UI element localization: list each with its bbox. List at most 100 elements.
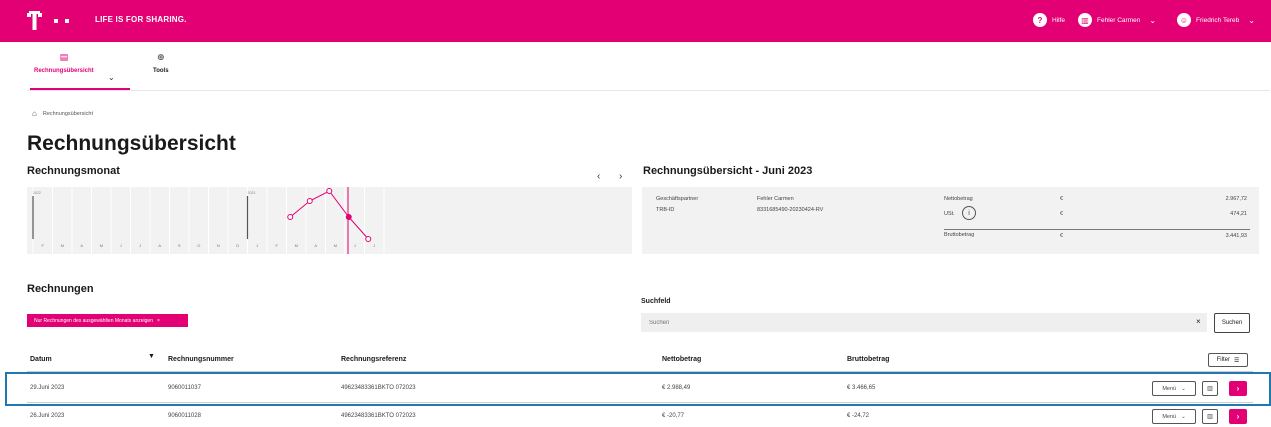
row-menu-button[interactable]: Menü ⌄: [1152, 409, 1196, 424]
cell-referenz: 49623483361BKTO 072023: [341, 413, 416, 419]
data-point: [345, 214, 352, 220]
plus-circle-icon: ⊕: [157, 52, 165, 62]
search-input[interactable]: [641, 313, 1207, 332]
month-tick-label: F: [276, 243, 279, 248]
summary-panel: Geschäftspartner Fehler Carmen TRB-ID 83…: [642, 187, 1259, 254]
search-button[interactable]: Suchen: [1214, 313, 1250, 333]
tab-tools[interactable]: ⊕ Tools: [153, 52, 169, 74]
nav-divider: [27, 90, 1270, 91]
netto-value: 2.967,72: [1225, 196, 1247, 202]
breadcrumb-item[interactable]: Rechnungsübersicht: [43, 111, 93, 117]
user-icon: ☺: [1177, 13, 1191, 27]
netto-currency: €: [1060, 196, 1064, 202]
cell-brutto: € 3.466,65: [847, 385, 876, 391]
row-divider: [27, 402, 1253, 403]
col-datum[interactable]: Datum: [30, 356, 52, 363]
month-tick-label: J: [256, 243, 258, 248]
info-icon[interactable]: i: [962, 206, 976, 220]
filter-lines-icon: ☰: [1233, 357, 1240, 364]
month-tick-label: M: [334, 243, 337, 248]
month-tick-label: A: [314, 243, 317, 248]
chevron-down-icon: ⌄: [1181, 385, 1186, 392]
open-invoice-button[interactable]: ›: [1229, 409, 1247, 424]
help-link[interactable]: ? Hilfe: [1033, 13, 1065, 27]
year-label: 2023: [248, 191, 256, 195]
cell-datum: 26.Juni 2023: [30, 413, 65, 419]
clear-search-icon[interactable]: ×: [1196, 317, 1201, 326]
month-tick-label: A: [158, 243, 161, 248]
company-icon: ▥: [1078, 13, 1092, 27]
data-point: [287, 214, 294, 220]
month-section-title: Rechnungsmonat: [27, 165, 120, 177]
col-rechnungsnummer[interactable]: Rechnungsnummer: [168, 356, 234, 363]
cell-netto: € -20,77: [662, 413, 685, 419]
table-row[interactable]: 26.Juni 2023 9060011028 49623483361BKTO …: [0, 405, 1271, 427]
data-point: [306, 198, 313, 204]
month-tick-label: N: [217, 243, 220, 248]
month-tick-label: M: [100, 243, 103, 248]
month-chart[interactable]: 2022 2023 F M A M J J A S O N D J F M A M J J: [27, 187, 632, 254]
data-point: [365, 236, 372, 242]
chevron-down-icon[interactable]: ⌄: [108, 73, 115, 82]
month-tick-label: M: [295, 243, 298, 248]
ust-value: 474,21: [1230, 211, 1247, 217]
year-label: 2022: [33, 191, 41, 195]
cell-nummer: 9060011028: [168, 413, 201, 419]
partner-label: Geschäftspartner: [656, 196, 699, 202]
sort-desc-icon[interactable]: ▼: [148, 353, 155, 360]
table-row[interactable]: 29.Juni 2023 9060011037 49623483361BKTO …: [0, 377, 1271, 399]
breadcrumb: ⌂ Rechnungsübersicht: [32, 109, 93, 118]
month-tick-label: A: [80, 243, 83, 248]
cell-nummer: 9060011037: [168, 385, 201, 391]
summary-divider: [944, 229, 1250, 230]
search-label: Suchfeld: [641, 298, 671, 305]
user-menu[interactable]: ☺ Friedrich Tereb ⌄: [1177, 13, 1255, 27]
month-tick-label: J: [373, 243, 375, 248]
company-selector[interactable]: ▥ Fehler Carmen ⌄: [1078, 13, 1156, 27]
partner-value: Fehler Carmen: [757, 196, 794, 202]
chevron-down-icon: ⌄: [1181, 413, 1186, 420]
netto-label: Nettobetrag: [944, 196, 973, 202]
month-tick-label: J: [120, 243, 122, 248]
month-chart-svg[interactable]: 2022 2023 F M A M J J A S O N D J F M A M J J: [27, 187, 632, 254]
col-rechnungsreferenz[interactable]: Rechnungsreferenz: [341, 356, 406, 363]
month-filter-chip[interactable]: Nur Rechnungen des ausgewählten Monats a…: [27, 314, 188, 327]
open-invoice-button[interactable]: ›: [1229, 381, 1247, 396]
tab-rechnungsuebersicht[interactable]: ▤ Rechnungsübersicht: [34, 52, 94, 74]
ust-label: USt.: [944, 211, 955, 217]
month-tick-label: F: [42, 243, 45, 248]
page-title: Rechnungsübersicht: [27, 132, 236, 155]
brutto-currency: €: [1060, 233, 1064, 239]
help-icon: ?: [1033, 13, 1047, 27]
invoice-icon: ▤: [59, 52, 69, 62]
ust-currency: €: [1060, 211, 1064, 217]
brutto-value: 3.441,93: [1225, 233, 1247, 239]
row-menu-button[interactable]: Menü ⌄: [1152, 381, 1196, 396]
cell-brutto: € -24,72: [847, 413, 870, 419]
trb-label: TRB-ID: [656, 207, 675, 213]
col-nettobetrag[interactable]: Nettobetrag: [662, 356, 701, 363]
data-point: [326, 188, 333, 194]
chevron-down-icon: ⌄: [1149, 15, 1157, 25]
archive-icon[interactable]: ▥: [1202, 381, 1218, 396]
cell-referenz: 49623483361BKTO 072023: [341, 385, 416, 391]
chevron-down-icon: ⌄: [1248, 15, 1255, 25]
invoices-title: Rechnungen: [27, 283, 94, 295]
prev-month-button[interactable]: ‹: [597, 171, 600, 182]
table-header-divider: [27, 371, 1253, 372]
brand-tagline: LIFE IS FOR SHARING.: [95, 15, 187, 24]
filter-button[interactable]: Filter ☰: [1208, 353, 1248, 367]
telekom-logo[interactable]: [27, 11, 77, 31]
home-icon[interactable]: ⌂: [32, 109, 37, 118]
col-bruttobetrag[interactable]: Bruttobetrag: [847, 356, 889, 363]
next-month-button[interactable]: ›: [619, 171, 622, 182]
top-bar: LIFE IS FOR SHARING. ? Hilfe ▥ Fehler Ca…: [0, 0, 1271, 42]
close-icon[interactable]: ×: [157, 318, 160, 324]
cell-datum: 29.Juni 2023: [30, 385, 65, 391]
trend-line: [289, 190, 369, 240]
month-tick-label: M: [61, 243, 64, 248]
cell-netto: € 2.988,49: [662, 385, 691, 391]
archive-icon[interactable]: ▥: [1202, 409, 1218, 424]
trb-value: 8331685490-20230424-RV: [757, 207, 824, 213]
brutto-label: Bruttobetrag: [944, 232, 975, 238]
